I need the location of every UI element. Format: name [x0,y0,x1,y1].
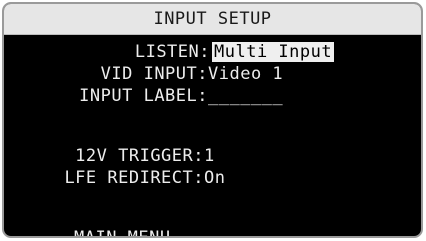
trigger-label: 12V TRIGGER: [75,146,204,166]
main-menu-link[interactable]: MAIN MENU [74,228,171,236]
listen-label: LISTEN: [134,42,210,62]
trigger-value[interactable]: 1 [204,146,215,166]
input-label-label: INPUT LABEL: [79,86,208,106]
vid-input-row[interactable]: VID INPUT: Video 1 [4,64,421,84]
osd-screen: INPUT SETUP LISTEN: Multi Input VID INPU… [2,2,423,238]
title-bar: INPUT SETUP [4,4,421,35]
listen-value[interactable]: Multi Input [212,42,335,62]
lfe-redirect-label: LFE REDIRECT: [64,168,204,188]
lfe-redirect-value[interactable]: On [204,168,225,188]
vid-input-value[interactable]: Video 1 [208,64,283,84]
lfe-redirect-row[interactable]: LFE REDIRECT: On [4,168,421,188]
page-title: INPUT SETUP [153,9,272,29]
input-label-row[interactable]: INPUT LABEL: _______ [4,86,421,106]
trigger-row[interactable]: 12V TRIGGER: 1 [4,146,421,166]
input-label-value[interactable]: _______ [208,86,283,106]
listen-row[interactable]: LISTEN: Multi Input [4,42,421,62]
vid-input-label: VID INPUT: [100,64,208,84]
